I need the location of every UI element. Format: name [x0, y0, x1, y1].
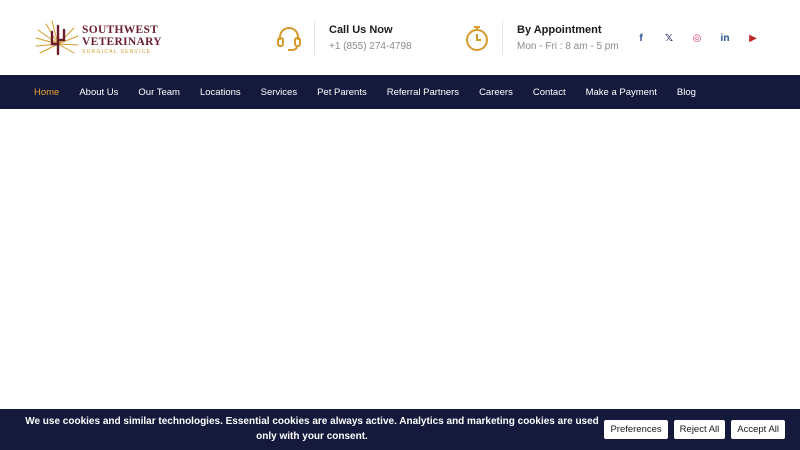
contact-divider	[314, 21, 315, 55]
main-content-area	[0, 109, 800, 409]
call-title: Call Us Now	[329, 24, 393, 36]
youtube-icon[interactable]: ▶	[744, 30, 762, 46]
brand-line3: SURGICAL SERVICE	[82, 49, 152, 55]
facebook-icon[interactable]: f	[632, 30, 650, 46]
cookie-banner: We use cookies and similar technologies.…	[0, 409, 800, 450]
nav-referral-partners[interactable]: Referral Partners	[387, 87, 459, 98]
appointment-block: By Appointment Mon - Fri : 8 am - 5 pm	[462, 20, 619, 56]
social-links: f 𝕏 ◎ in ▶	[632, 30, 772, 46]
linkedin-icon[interactable]: in	[716, 30, 734, 46]
cookie-preferences-button[interactable]: Preferences	[604, 420, 668, 439]
nav-locations[interactable]: Locations	[200, 87, 241, 98]
contact-divider	[502, 21, 503, 55]
call-us-block[interactable]: Call Us Now +1 (855) 274-4798	[274, 20, 412, 56]
brand-line1: SOUTHWEST	[82, 24, 159, 36]
nav-contact[interactable]: Contact	[533, 87, 566, 98]
instagram-icon[interactable]: ◎	[688, 30, 706, 46]
cookie-accept-all-button[interactable]: Accept All	[731, 420, 785, 439]
brand-line2: VETERINARY	[82, 35, 162, 48]
nav-our-team[interactable]: Our Team	[138, 87, 180, 98]
nav-services[interactable]: Services	[261, 87, 297, 98]
cookie-message: We use cookies and similar technologies.…	[25, 416, 599, 442]
appointment-hours: Mon - Fri : 8 am - 5 pm	[517, 41, 619, 52]
nav-pet-parents[interactable]: Pet Parents	[317, 87, 367, 98]
appointment-title: By Appointment	[517, 24, 602, 36]
main-nav: Home About Us Our Team Locations Service…	[0, 75, 800, 109]
nav-careers[interactable]: Careers	[479, 87, 513, 98]
nav-about-us[interactable]: About Us	[79, 87, 118, 98]
nav-home[interactable]: Home	[34, 87, 59, 98]
cactus-sunburst-icon	[35, 20, 79, 56]
nav-make-a-payment[interactable]: Make a Payment	[586, 87, 657, 98]
stopwatch-icon	[462, 23, 492, 53]
nav-blog[interactable]: Blog	[677, 87, 696, 98]
call-phone-number[interactable]: +1 (855) 274-4798	[329, 41, 412, 52]
brand-logo[interactable]: SOUTHWEST VETERINARY SURGICAL SERVICE	[34, 18, 169, 58]
cookie-reject-all-button[interactable]: Reject All	[673, 420, 726, 439]
headset-icon	[274, 23, 304, 53]
site-header: SOUTHWEST VETERINARY SURGICAL SERVICE Ca…	[0, 0, 800, 75]
cookie-actions: Preferences Reject All Accept All	[604, 420, 785, 439]
x-twitter-icon[interactable]: 𝕏	[660, 30, 678, 46]
